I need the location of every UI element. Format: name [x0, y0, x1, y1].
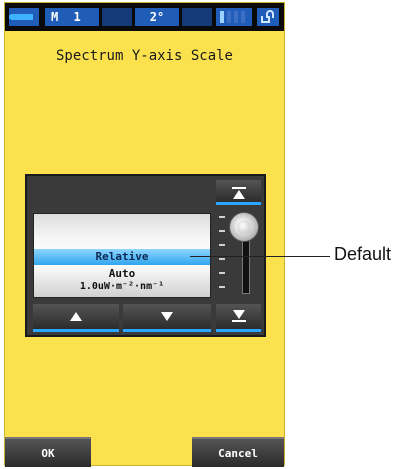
scroll-bottom-button[interactable] — [216, 304, 261, 332]
option-list[interactable]: Relative Auto 1.0uW·m⁻²·nm⁻¹ — [33, 213, 211, 298]
memory-icon — [216, 8, 252, 26]
measurement-mode: M 1 — [45, 8, 99, 26]
lock-icon — [257, 8, 279, 26]
viewing-angle: 2° — [135, 8, 179, 26]
status-segment-blank — [182, 8, 212, 26]
scroll-top-icon — [231, 187, 246, 189]
device-screen: M 1 2° Spectrum Y-axis Scale Relative Au… — [4, 2, 285, 467]
ok-button[interactable]: OK — [5, 437, 91, 467]
scroll-up-button[interactable] — [33, 304, 119, 332]
scroll-down-button[interactable] — [123, 304, 211, 332]
scroll-bottom-icon — [232, 310, 245, 319]
page-title: Spectrum Y-axis Scale — [55, 48, 233, 64]
status-segment-blank — [102, 8, 132, 26]
cancel-button[interactable]: Cancel — [192, 437, 284, 467]
list-item[interactable]: Auto — [34, 267, 210, 280]
callout-line — [190, 256, 330, 257]
status-bar: M 1 2° — [5, 3, 284, 31]
list-item[interactable]: 1.0uW·m⁻²·nm⁻¹ — [34, 281, 210, 292]
scroll-down-icon — [161, 312, 173, 321]
list-item-selected[interactable]: Relative — [34, 249, 210, 265]
battery-icon — [9, 8, 39, 26]
scrollbar-knob[interactable] — [229, 212, 259, 242]
scroll-up-icon — [70, 312, 82, 321]
scroll-top-button[interactable] — [216, 180, 261, 205]
callout-label: Default — [334, 244, 392, 264]
